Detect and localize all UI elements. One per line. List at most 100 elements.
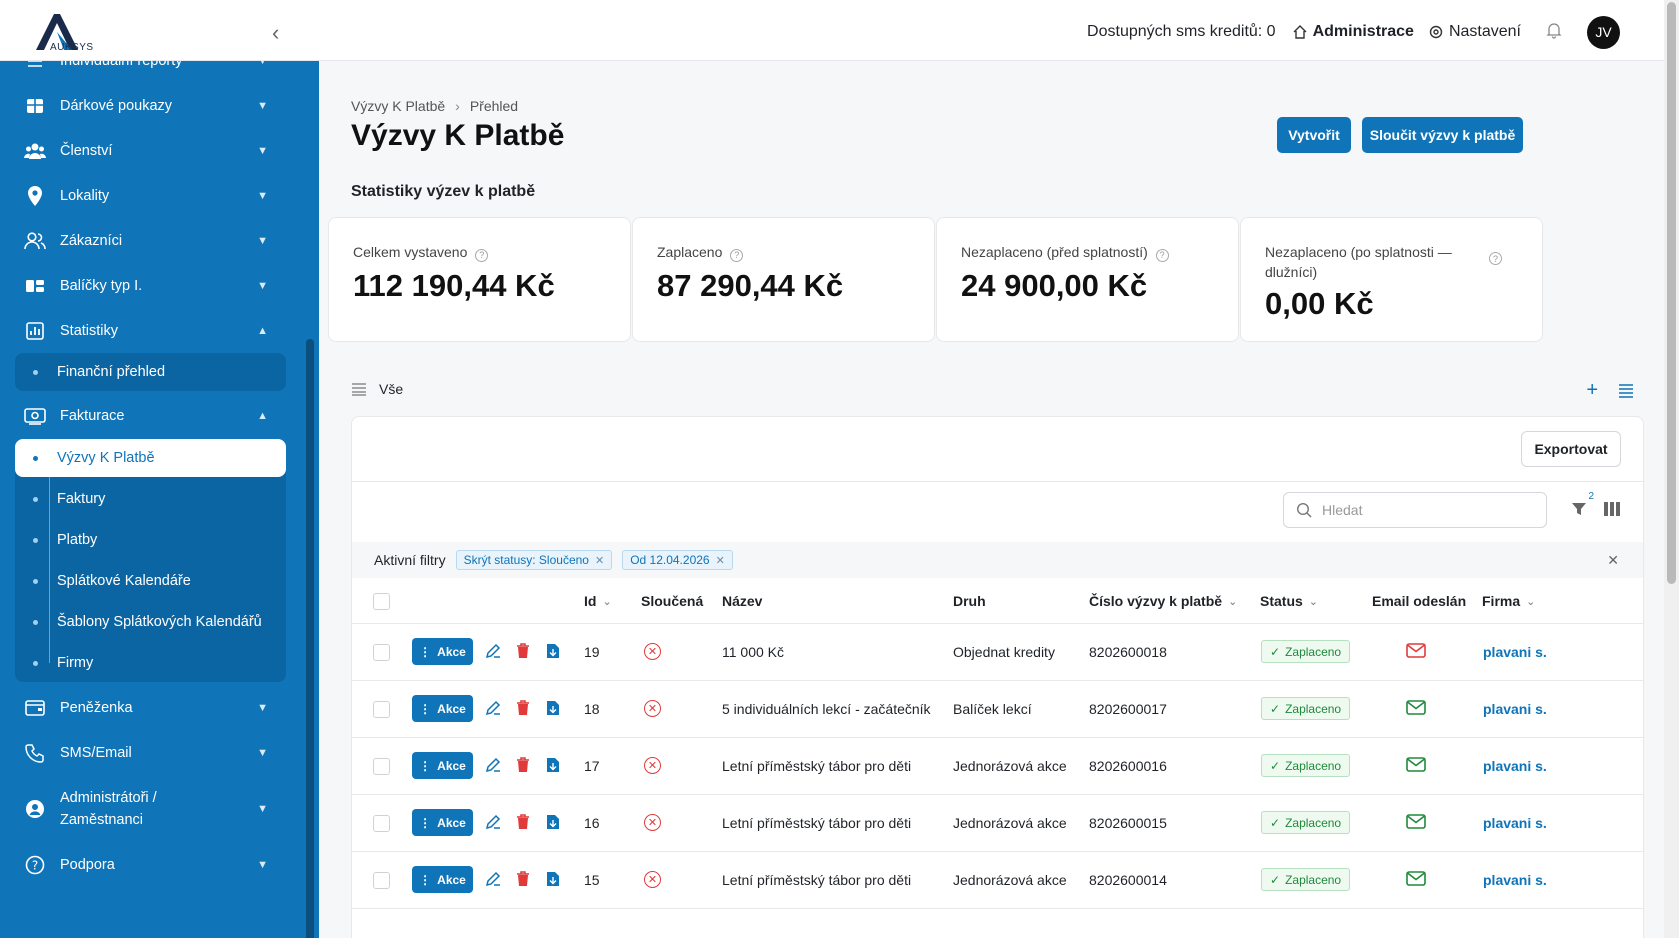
sidebar-item-invoicing[interactable]: Fakturace ▲ [0, 394, 290, 438]
search-input[interactable]: Hledat [1283, 492, 1547, 528]
actions-button[interactable]: ⋮ Akce [412, 866, 473, 893]
table-row[interactable]: ⋮ Akce 16 ✕ Letní příměstský tábor pro dě… [352, 795, 1643, 852]
sidebar-item-invoices[interactable]: Faktury [15, 480, 286, 518]
download-icon[interactable] [544, 756, 562, 774]
clear-filters-icon[interactable]: ✕ [1607, 552, 1619, 569]
edit-icon[interactable] [484, 813, 502, 831]
merge-button[interactable]: Sloučit výzvy k platbě [1362, 117, 1523, 153]
sidebar-item-sms-email[interactable]: SMS/Email ▼ [0, 731, 290, 775]
cell-firma[interactable]: plavani s.r.o. [1483, 758, 1547, 774]
filter-icon[interactable] [1571, 501, 1587, 522]
sidebar-item-installment-calendars[interactable]: Splátkové Kalendáře [15, 562, 286, 600]
cell-firma[interactable]: plavani s.r.o. [1483, 815, 1547, 831]
sidebar-item-financial-overview[interactable]: Finanční přehled [15, 353, 286, 391]
sidebar-item-payment-requests[interactable]: Výzvy K Platbě [15, 439, 286, 477]
sidebar-item-gift-cards[interactable]: Dárkové poukazy ▼ [0, 84, 290, 128]
view-list-icon[interactable] [1618, 383, 1634, 399]
bullet [33, 619, 38, 625]
close-icon[interactable]: ✕ [716, 554, 725, 567]
actions-button[interactable]: ⋮ Akce [412, 638, 473, 665]
collapse-sidebar-icon[interactable]: ‹ [272, 20, 279, 46]
cell-firma[interactable]: plavani s.r.o. [1483, 872, 1547, 888]
sidebar-item-companies[interactable]: Firmy [15, 644, 286, 682]
table-row[interactable]: ⋮ Akce 15 ✕ Letní příměstský tábor pro dě… [352, 852, 1643, 909]
row-checkbox[interactable] [373, 758, 390, 775]
delete-icon[interactable] [514, 756, 532, 774]
delete-icon[interactable] [514, 699, 532, 717]
sidebar-item-wallet[interactable]: Peněženka ▼ [0, 686, 290, 730]
stat-card-total: Celkem vystaveno ? 112 190,44 Kč [328, 217, 631, 342]
table-row[interactable]: ⋮ Akce 18 ✕ 5 individuálních lekcí - začá… [352, 681, 1643, 738]
chevron-down-icon: ▼ [257, 61, 268, 67]
stat-label: Nezaplaceno (po splatnosti — dlužníci) [1265, 244, 1452, 280]
sidebar-item-customers[interactable]: Zákazníci ▼ [0, 219, 290, 263]
cell-number: 8202600017 [1089, 701, 1167, 717]
sidebar-item-label: Faktury [57, 491, 106, 507]
actions-button[interactable]: ⋮ Akce [412, 695, 473, 722]
sidebar-item-calendar-templates[interactable]: Šablony Splátkových Kalendářů [15, 603, 286, 641]
download-icon[interactable] [544, 870, 562, 888]
stat-card-unpaid: Nezaplaceno (před splatností) ? 24 900,0… [936, 217, 1239, 342]
help-icon[interactable]: ? [730, 248, 744, 262]
cell-id: 18 [584, 701, 600, 717]
cell-firma[interactable]: plavani s.r.o. [1483, 644, 1547, 660]
bell-icon[interactable] [1545, 21, 1563, 44]
stat-value: 0,00 Kč [1265, 286, 1374, 321]
table-row[interactable]: ⋮ Akce 19 ✕ 11 000 Kč Objednat kredity 82… [352, 624, 1643, 681]
table-row[interactable]: ⋮ Akce 17 ✕ Letní příměstský tábor pro dě… [352, 738, 1643, 795]
select-all-checkbox[interactable] [373, 593, 390, 610]
sidebar-item-statistics[interactable]: Statistiky ▲ [0, 309, 290, 353]
column-number[interactable]: Číslo výzvy k platbě ⌄ [1089, 593, 1237, 609]
sidebar-item-packages[interactable]: Balíčky typ I. ▼ [0, 264, 290, 308]
search-icon [1296, 502, 1312, 518]
edit-icon[interactable] [484, 642, 502, 660]
page-scrollbar-thumb[interactable] [1667, 2, 1676, 584]
row-checkbox[interactable] [373, 701, 390, 718]
edit-icon[interactable] [484, 870, 502, 888]
download-icon[interactable] [544, 642, 562, 660]
row-checkbox[interactable] [373, 644, 390, 661]
column-id[interactable]: Id ⌄ [584, 593, 612, 609]
column-firma[interactable]: Firma ⌄ [1482, 593, 1535, 609]
column-status[interactable]: Status ⌄ [1260, 593, 1318, 609]
sidebar-scrollbar[interactable] [306, 339, 314, 938]
list-icon [24, 61, 46, 72]
actions-button[interactable]: ⋮ Akce [412, 752, 473, 779]
view-selector[interactable]: Vše [351, 381, 403, 397]
sidebar-item-label: Členství [60, 143, 113, 159]
delete-icon[interactable] [514, 813, 532, 831]
cell-firma[interactable]: plavani s.r.o. [1483, 701, 1547, 717]
edit-icon[interactable] [484, 699, 502, 717]
help-icon[interactable]: ? [1155, 248, 1169, 262]
download-icon[interactable] [544, 813, 562, 831]
filter-chip[interactable]: Od 12.04.2026 ✕ [622, 550, 733, 570]
settings-link[interactable]: Nastavení [1428, 23, 1521, 41]
breadcrumb-link[interactable]: Výzvy K Platbě [351, 98, 445, 114]
breadcrumb: Výzvy K Platbě › Přehled [351, 98, 518, 114]
avatar[interactable]: JV [1587, 15, 1620, 49]
help-icon[interactable]: ? [475, 248, 489, 262]
sidebar-item-membership[interactable]: Členství ▼ [0, 129, 290, 173]
help-icon[interactable]: ? [1489, 252, 1502, 265]
sidebar-item-locations[interactable]: Lokality ▼ [0, 174, 290, 218]
delete-icon[interactable] [514, 642, 532, 660]
main-content: Výzvy K Platbě › Přehled Výzvy K Platbě … [319, 61, 1664, 938]
download-icon[interactable] [544, 699, 562, 717]
columns-icon[interactable] [1603, 501, 1621, 522]
sidebar-item-support[interactable]: ? Podpora ▼ [0, 843, 290, 887]
edit-icon[interactable] [484, 756, 502, 774]
create-button[interactable]: Vytvořit [1277, 117, 1351, 153]
actions-button[interactable]: ⋮ Akce [412, 809, 473, 836]
row-checkbox[interactable] [373, 815, 390, 832]
close-icon[interactable]: ✕ [595, 554, 604, 567]
administration-link[interactable]: Administrace [1292, 23, 1414, 41]
add-view-icon[interactable]: + [1586, 379, 1598, 402]
sidebar-item-reports[interactable]: Individuální reporty ▼ [0, 61, 290, 83]
chevron-down-icon: ▼ [257, 100, 268, 112]
filter-chip[interactable]: Skrýt statusy: Sloučeno ✕ [455, 550, 613, 570]
sidebar-item-admins[interactable]: Administrátoři / Zaměstnanci ▼ [0, 776, 290, 842]
sidebar-item-payments[interactable]: Platby [15, 521, 286, 559]
delete-icon[interactable] [514, 870, 532, 888]
export-button[interactable]: Exportovat [1521, 431, 1621, 467]
row-checkbox[interactable] [373, 872, 390, 889]
